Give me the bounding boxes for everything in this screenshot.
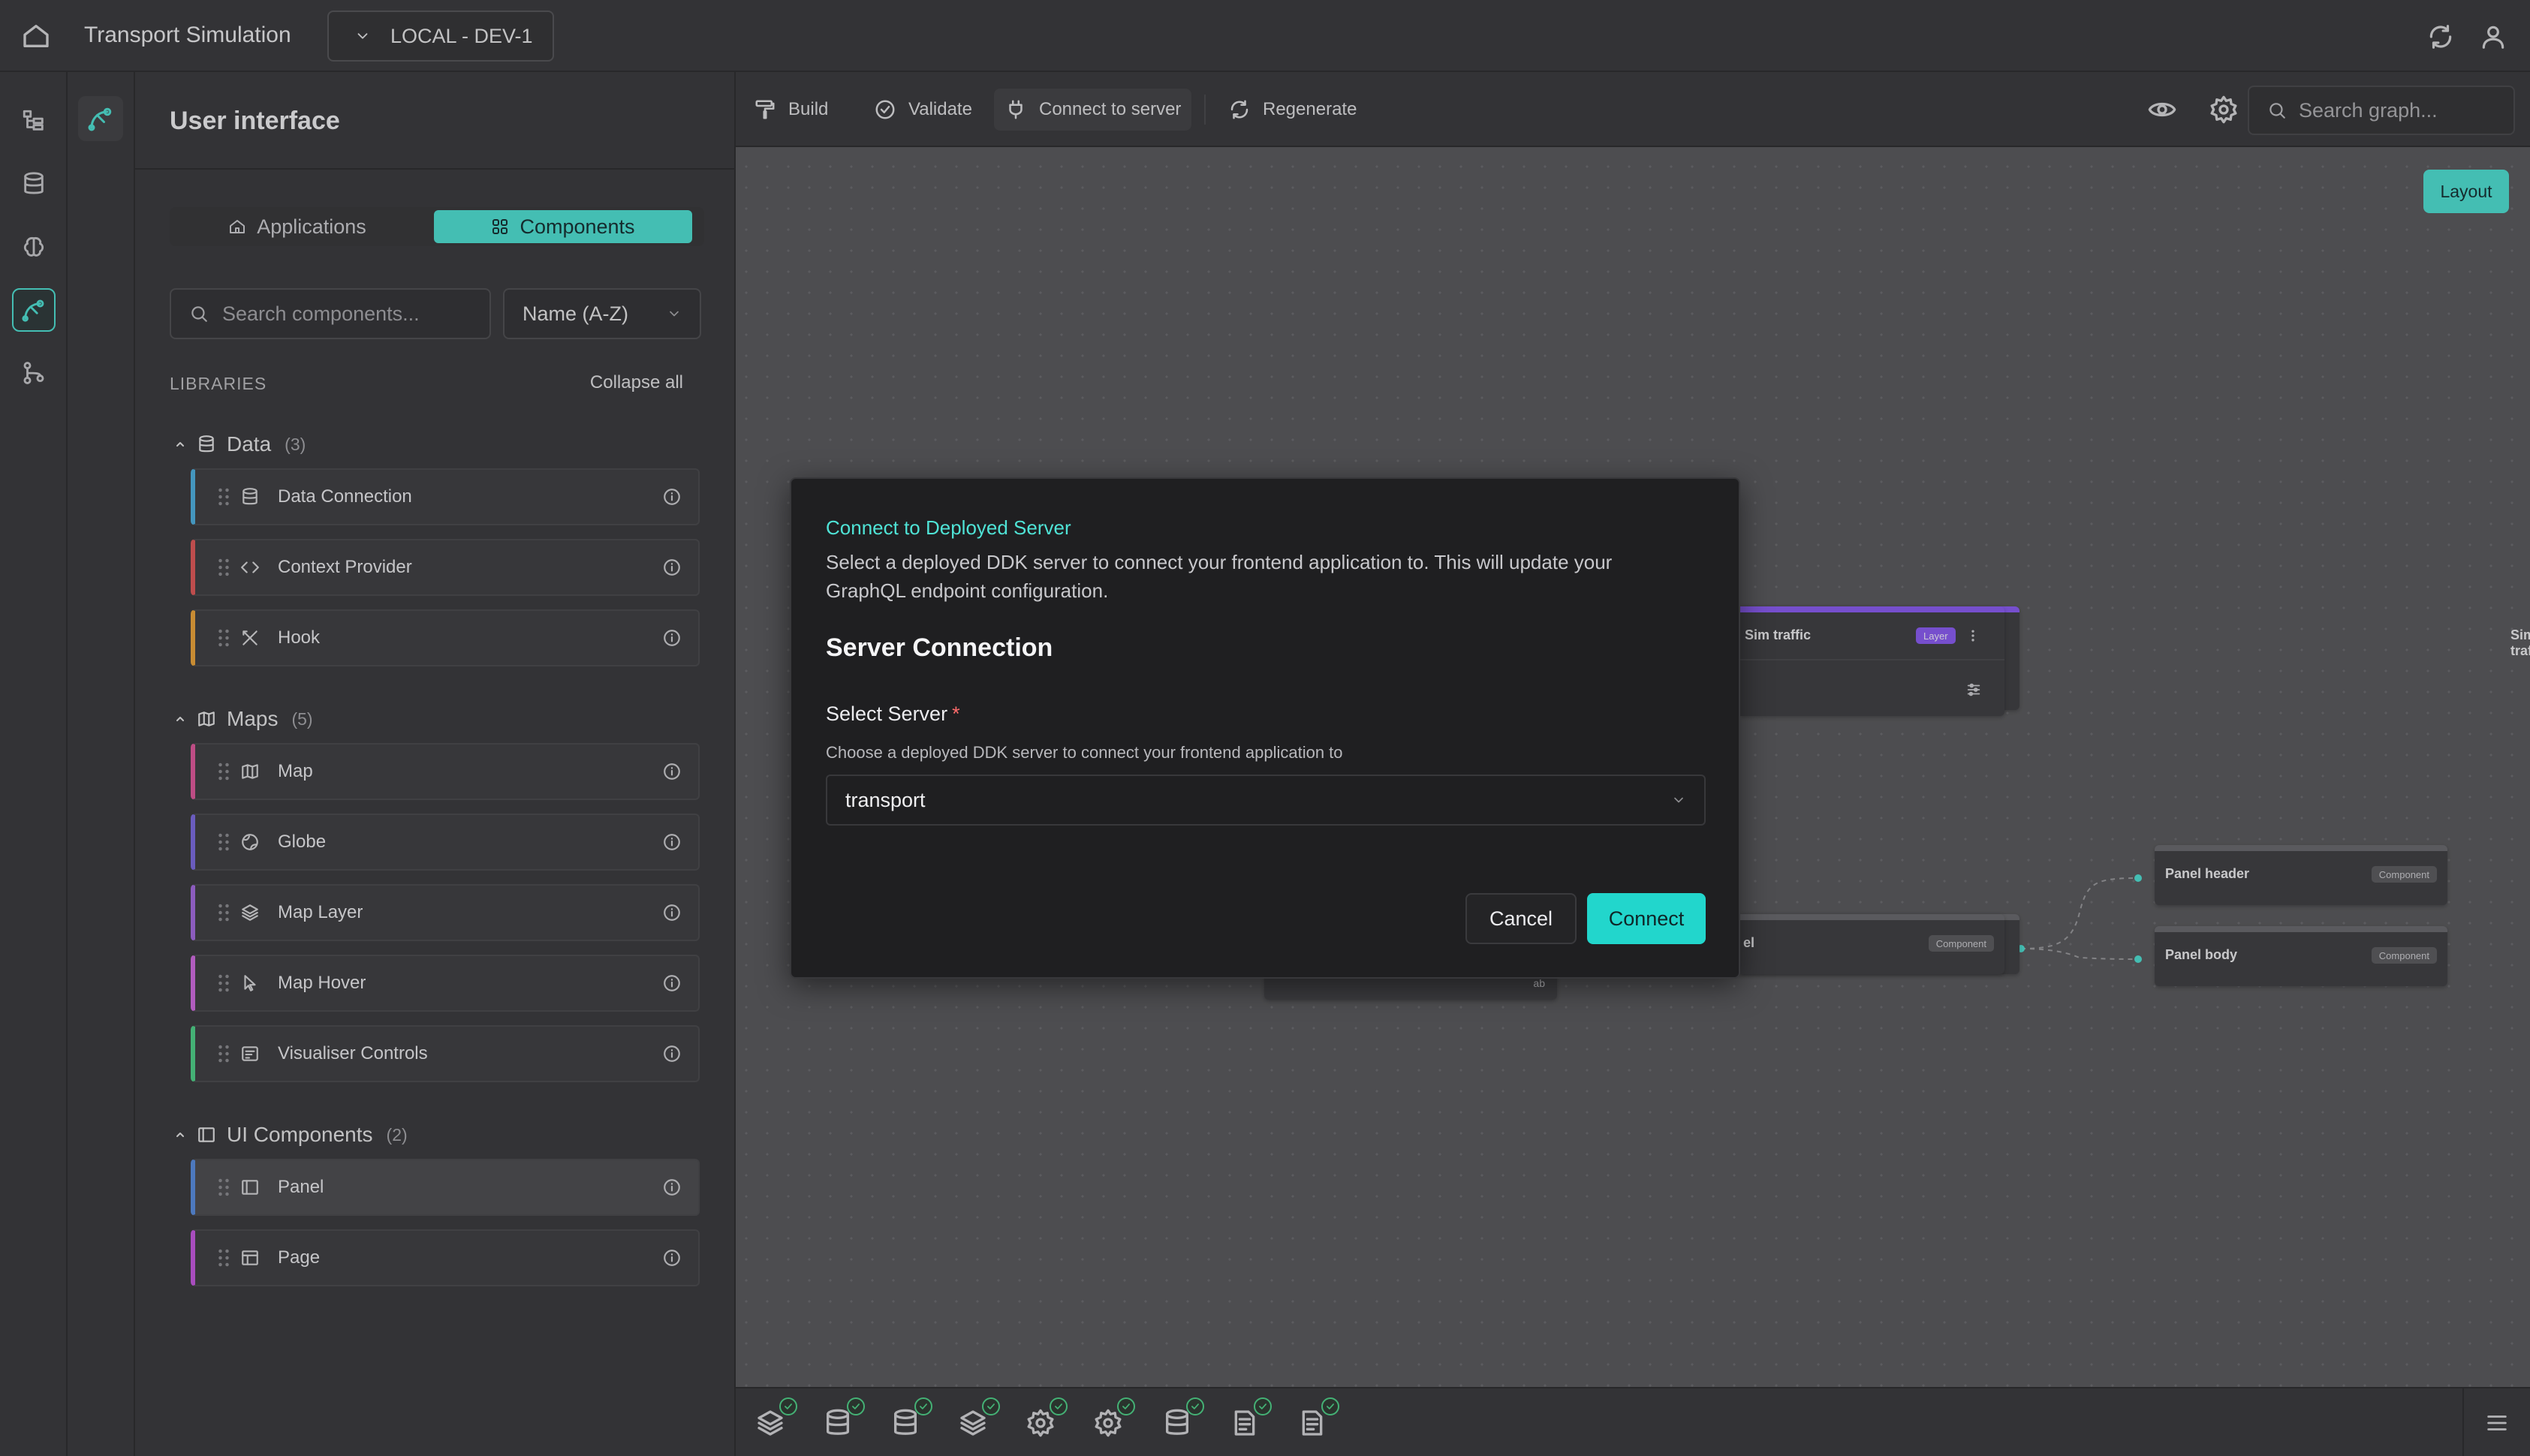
cancel-button[interactable]: Cancel	[1465, 893, 1577, 944]
connect-button[interactable]: Connect	[1587, 893, 1706, 944]
server-select[interactable]: transport	[826, 775, 1706, 826]
selected-server: transport	[845, 788, 926, 811]
select-server-label: Select Server *	[826, 702, 960, 726]
connect-server-dialog: Connect to Deployed Server Select a depl…	[790, 477, 1740, 979]
chevron-down-icon	[1671, 793, 1686, 808]
required-mark: *	[952, 702, 960, 725]
dialog-description: Select a deployed DDK server to connect …	[826, 551, 1613, 602]
field-label-text: Select Server	[826, 702, 948, 725]
field-help-text: Choose a deployed DDK server to connect …	[826, 743, 1343, 762]
section-heading: Server Connection	[826, 633, 1053, 662]
dialog-title: Connect to Deployed Server	[826, 516, 1071, 539]
